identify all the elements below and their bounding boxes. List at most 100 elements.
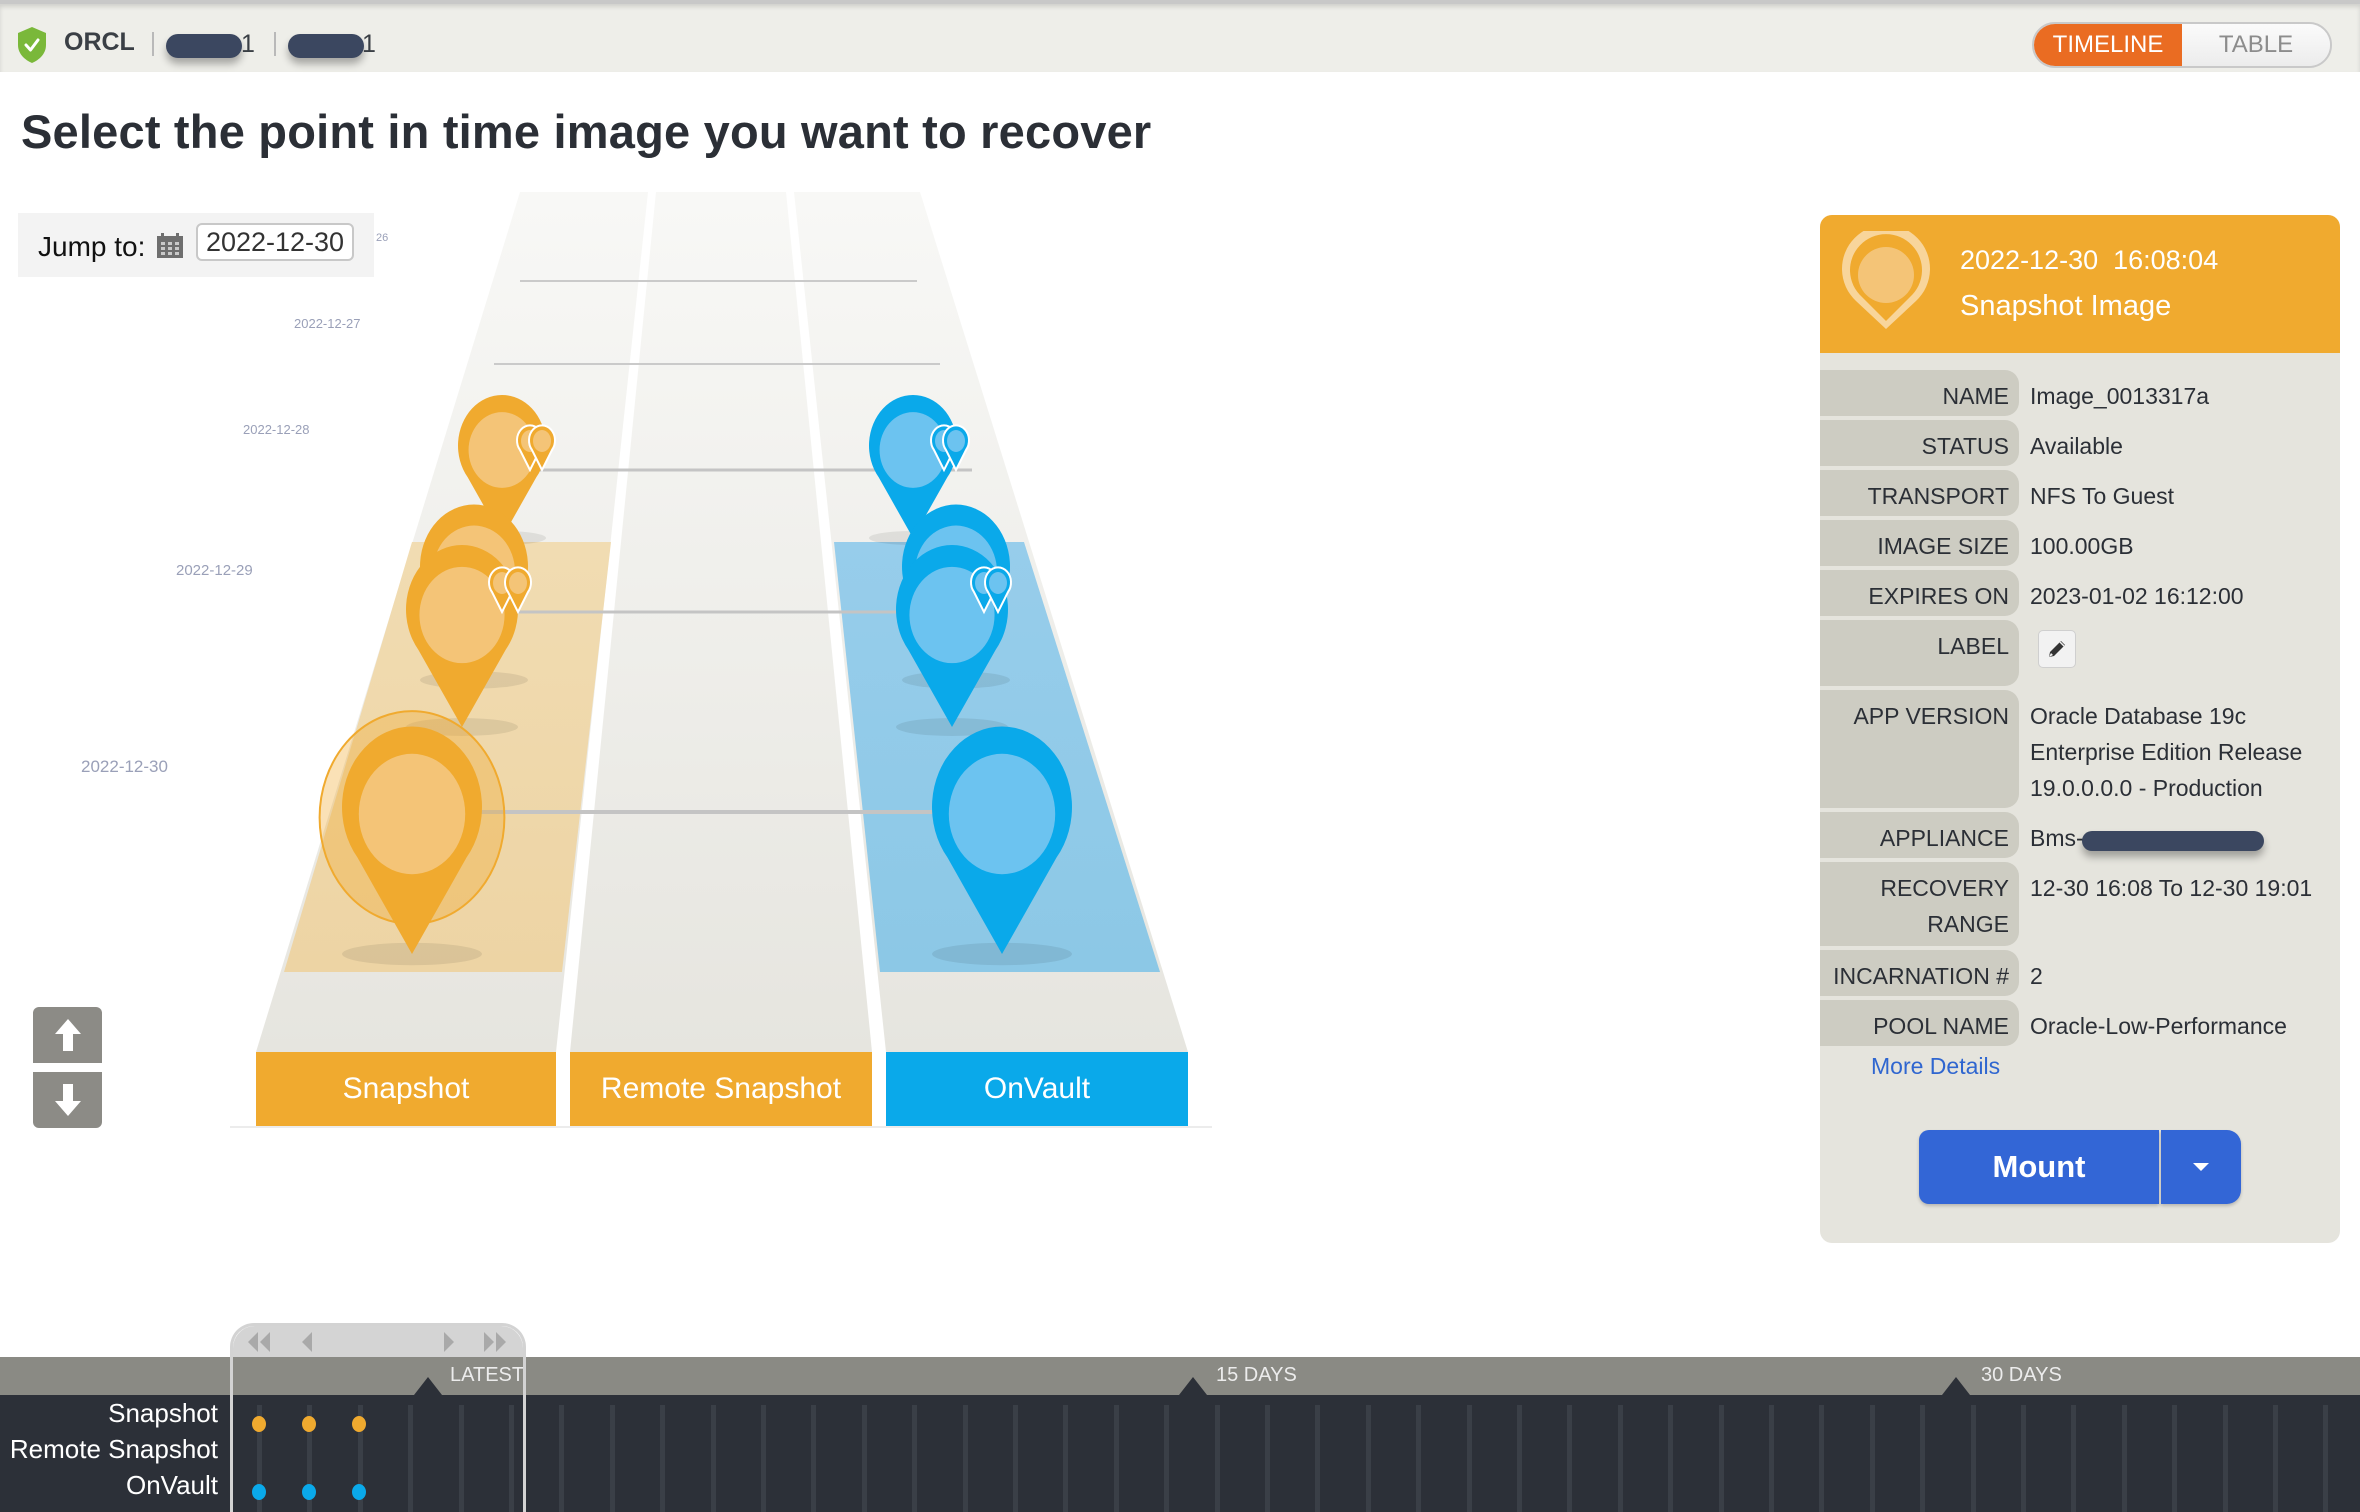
panel-header: 2022-12-30 16:08:04 Snapshot Image <box>1820 215 2340 353</box>
edit-label-button[interactable] <box>2038 630 2076 668</box>
timeline-tick <box>2172 1405 2177 1512</box>
timeline-tick <box>811 1405 816 1512</box>
lane-snapshot[interactable]: Snapshot <box>256 1052 556 1126</box>
redacted-appliance <box>2082 831 2264 851</box>
timeline-tick <box>1769 1405 1774 1512</box>
timeline-tick <box>1366 1405 1371 1512</box>
calendar-icon[interactable] <box>156 233 184 259</box>
detail-row: IMAGE SIZE 100.00GB <box>1820 520 2340 566</box>
detail-key: INCARNATION # <box>1820 950 2019 996</box>
scroll-down-button[interactable] <box>33 1072 102 1128</box>
detail-key: EXPIRES ON <box>1820 570 2019 616</box>
detail-value: Image_0013317a <box>2030 383 2210 409</box>
timeline-tick <box>862 1405 867 1512</box>
timeline-tick <box>912 1405 917 1512</box>
timeline-tick <box>1870 1405 1875 1512</box>
marker-15-days: 15 DAYS <box>1216 1364 1297 1386</box>
pencil-icon <box>2049 641 2065 657</box>
detail-row: STATUS Available <box>1820 420 2340 466</box>
timeline-tick <box>1114 1405 1119 1512</box>
detail-row: LABEL <box>1820 620 2340 686</box>
timeline-tick <box>2273 1405 2278 1512</box>
timeline-tick <box>2071 1405 2076 1512</box>
15-days-marker <box>1179 1377 1207 1395</box>
lane-remote-snapshot[interactable]: Remote Snapshot <box>570 1052 872 1126</box>
timeline-tick <box>1517 1405 1522 1512</box>
snapshot-pin-icon <box>1842 231 1930 329</box>
detail-value: 100.00GB <box>2030 533 2134 559</box>
detail-row: EXPIRES ON 2023-01-02 16:12:00 <box>1820 570 2340 616</box>
detail-key: LABEL <box>1820 620 2019 686</box>
detail-value: Oracle-Low-Performance <box>2030 1013 2287 1039</box>
timeline-tick <box>1013 1405 1018 1512</box>
double-chevron-right-icon <box>484 1332 506 1352</box>
timeline-tick <box>1668 1405 1673 1512</box>
detail-key: RECOVERY RANGE <box>1820 862 2019 946</box>
detail-key: NAME <box>1820 370 2019 416</box>
mount-button[interactable]: Mount <box>1919 1130 2159 1204</box>
detail-row: INCARNATION # 2 <box>1820 950 2340 996</box>
view-toggle: TIMELINE TABLE <box>2032 22 2332 68</box>
jump-first-button[interactable] <box>246 1330 272 1354</box>
timeline-tick <box>711 1405 716 1512</box>
date-label: 2022-12-29 <box>176 562 253 579</box>
timeline-tick <box>963 1405 968 1512</box>
jump-to-label: Jump to: <box>38 231 146 262</box>
image-details-panel: 2022-12-30 16:08:04 Snapshot Image NAME I… <box>1820 215 2340 1243</box>
jump-last-button[interactable] <box>482 1330 508 1354</box>
detail-value: 12-30 16:08 To 12-30 19:01 <box>2030 875 2313 901</box>
step-left-button[interactable] <box>300 1330 314 1354</box>
detail-value: NFS To Guest <box>2030 483 2175 509</box>
scroll-up-button[interactable] <box>33 1007 102 1063</box>
date-label: 2022-12-27 <box>294 316 361 331</box>
timeline-tick <box>1567 1405 1572 1512</box>
timeline-tick <box>1265 1405 1270 1512</box>
image-type: Snapshot Image <box>1960 290 2172 322</box>
date-label: 26 <box>376 232 389 244</box>
detail-row: TRANSPORT NFS To Guest <box>1820 470 2340 516</box>
detail-row: APP VERSION Oracle Database 19c Enterpris… <box>1820 690 2340 808</box>
detail-key: STATUS <box>1820 420 2019 466</box>
timeline-tick <box>1215 1405 1220 1512</box>
chevron-right-icon <box>444 1332 454 1352</box>
jump-to-date-input[interactable] <box>196 223 354 261</box>
timeline-tick <box>610 1405 615 1512</box>
date-label: 2022-12-30 <box>81 757 168 776</box>
arrow-up-icon <box>54 1019 81 1051</box>
toggle-table[interactable]: TABLE <box>2182 24 2330 66</box>
detail-row: APPLIANCE Bms- <box>1820 812 2340 858</box>
detail-key: IMAGE SIZE <box>1820 520 2019 566</box>
date-label: 2022-12-28 <box>243 422 310 437</box>
timeline-tick <box>1416 1405 1421 1512</box>
detail-key: APP VERSION <box>1820 690 2019 808</box>
detail-value: 2 <box>2030 963 2043 989</box>
detail-row: RECOVERY RANGE 12-30 16:08 To 12-30 19:01 <box>1820 862 2340 946</box>
mount-options-dropdown[interactable] <box>2161 1130 2241 1204</box>
detail-value: 2023-01-02 16:12:00 <box>2030 583 2244 609</box>
lane-onvault[interactable]: OnVault <box>886 1052 1188 1126</box>
detail-row: POOL NAME Oracle-Low-Performance <box>1820 1000 2340 1046</box>
detail-value: Available <box>2030 433 2123 459</box>
detail-value: Oracle Database 19c Enterprise Edition R… <box>2030 703 2303 801</box>
step-right-button[interactable] <box>442 1330 456 1354</box>
timeline-tick <box>1618 1405 1623 1512</box>
timeline-tick <box>1719 1405 1724 1512</box>
detail-key: TRANSPORT <box>1820 470 2019 516</box>
timeline-tick <box>2323 1405 2328 1512</box>
more-details-link[interactable]: More Details <box>1871 1053 2000 1080</box>
jump-to-control: Jump to: <box>18 213 374 277</box>
detail-key: APPLIANCE <box>1820 812 2019 858</box>
chevron-left-icon <box>302 1332 312 1352</box>
timeline-tick <box>2021 1405 2026 1512</box>
timeline-tick <box>559 1405 564 1512</box>
image-datetime: 2022-12-30 16:08:04 <box>1960 245 2219 275</box>
timeline-tick <box>660 1405 665 1512</box>
toggle-timeline[interactable]: TIMELINE <box>2034 24 2182 66</box>
row-label-remote-snapshot: Remote Snapshot <box>9 1434 218 1464</box>
arrow-down-icon <box>54 1084 81 1116</box>
timeline-tick <box>2122 1405 2127 1512</box>
timeline-tick <box>1467 1405 1472 1512</box>
timeline-tick <box>1971 1405 1976 1512</box>
timeline-tick <box>761 1405 766 1512</box>
30-days-marker <box>1942 1377 1970 1395</box>
